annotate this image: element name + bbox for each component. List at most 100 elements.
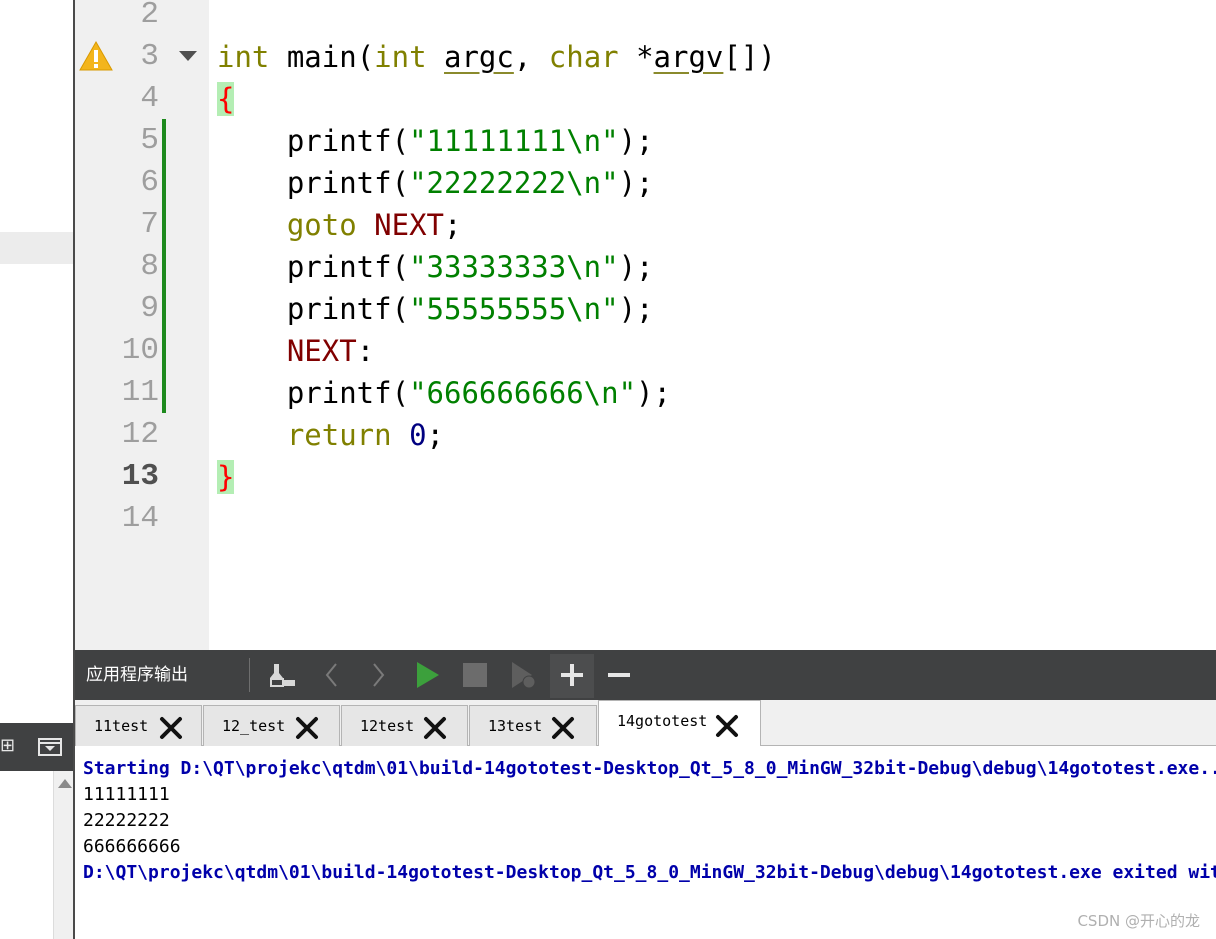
- application-output[interactable]: Starting D:\QT\projekc\qtdm\01\build-14g…: [75, 746, 1216, 939]
- keyword: char: [548, 40, 619, 74]
- code-line: 5 printf("11111111\n");: [75, 120, 1216, 162]
- string-literal: "666666666\n": [409, 376, 637, 410]
- attach-debugger-icon[interactable]: [506, 658, 540, 692]
- call: printf(: [217, 124, 410, 158]
- line-number: 4: [140, 81, 159, 116]
- code-line: 10 NEXT:: [75, 330, 1216, 372]
- split-add-icon[interactable]: ⊞: [0, 737, 15, 755]
- line-number: 7: [140, 207, 159, 242]
- line-number: 5: [140, 123, 159, 158]
- tab-12test[interactable]: 12test: [341, 705, 468, 746]
- chevron-right-icon[interactable]: [361, 658, 395, 692]
- watermark: CSDN @开心的龙: [1077, 912, 1200, 930]
- output-line: 11111111: [83, 784, 170, 805]
- string-literal: "22222222\n": [409, 166, 619, 200]
- close-x-icon[interactable]: [422, 715, 448, 741]
- label-definition: NEXT: [217, 334, 357, 368]
- code-line: 6 printf("22222222\n");: [75, 162, 1216, 204]
- output-tab-bar: 11test 12_test 12test 13test 14gototest: [75, 700, 1216, 747]
- tab-label: 12_test: [222, 717, 286, 735]
- keyword: int: [217, 40, 270, 74]
- code-text: printf("55555555\n");: [217, 288, 654, 330]
- code-line: 4 {: [75, 78, 1216, 120]
- left-scrollbar[interactable]: [53, 771, 74, 939]
- code-line: 11 printf("666666666\n");: [75, 372, 1216, 414]
- string-literal: "33333333\n": [409, 250, 619, 284]
- code-line: 14: [75, 498, 1216, 540]
- punct: ,: [513, 40, 549, 74]
- scroll-up-arrow-icon[interactable]: [58, 779, 72, 788]
- line-number: 12: [121, 417, 159, 452]
- close-x-icon[interactable]: [158, 715, 184, 741]
- code-editor[interactable]: 2 3 int main(int argc, char *argv[]) 4 {…: [75, 0, 1216, 650]
- label-ref: NEXT: [356, 208, 444, 242]
- code-line-current: 13 }: [75, 456, 1216, 498]
- punct: );: [618, 292, 654, 326]
- keyword: return: [217, 418, 392, 452]
- line-number: 14: [121, 501, 159, 536]
- clear-output-icon[interactable]: [265, 658, 299, 692]
- tab-12_test[interactable]: 12_test: [203, 705, 340, 746]
- punct: );: [618, 124, 654, 158]
- code-text: return 0;: [217, 414, 444, 456]
- code-line: 7 goto NEXT;: [75, 204, 1216, 246]
- plus-icon[interactable]: [555, 658, 589, 692]
- line-number: 11: [121, 375, 159, 410]
- code-text: printf("11111111\n");: [217, 120, 654, 162]
- punct: );: [618, 166, 654, 200]
- code-text: int main(int argc, char *argv[]): [217, 36, 776, 78]
- play-icon[interactable]: [410, 658, 444, 692]
- code-line: 2: [75, 0, 1216, 36]
- code-line: 12 return 0;: [75, 414, 1216, 456]
- line-number: 10: [121, 333, 159, 368]
- call: printf(: [217, 250, 410, 284]
- tab-11test[interactable]: 11test: [75, 705, 202, 746]
- tab-label: 11test: [94, 717, 149, 735]
- code-text: goto NEXT;: [217, 204, 462, 246]
- tab-label: 14gototest: [617, 712, 708, 730]
- code-text: printf("666666666\n");: [217, 372, 671, 414]
- line-number: 2: [140, 0, 159, 32]
- chevron-left-icon[interactable]: [315, 658, 349, 692]
- tab-14gototest[interactable]: 14gototest: [598, 700, 761, 747]
- left-side-panel: ⊞: [0, 0, 74, 939]
- code-line: 8 printf("33333333\n");: [75, 246, 1216, 288]
- close-x-icon[interactable]: [294, 715, 320, 741]
- minus-icon[interactable]: [602, 658, 636, 692]
- param-argv: argv: [653, 40, 724, 74]
- stop-icon[interactable]: [458, 658, 492, 692]
- output-line: 22222222: [83, 810, 170, 831]
- code-text: }: [217, 456, 235, 498]
- output-line: 666666666: [83, 836, 181, 857]
- code-line: 3 int main(int argc, char *argv[]): [75, 36, 1216, 78]
- punct: *: [618, 40, 654, 74]
- tab-label: 13test: [488, 717, 543, 735]
- punct: :: [356, 334, 375, 368]
- output-line-starting: Starting D:\QT\projekc\qtdm\01\build-14g…: [83, 758, 1216, 779]
- punct: ;: [444, 208, 462, 242]
- line-number: 8: [140, 249, 159, 284]
- line-number-current: 13: [121, 459, 159, 494]
- code-line: 9 printf("55555555\n");: [75, 288, 1216, 330]
- open-brace: {: [217, 82, 235, 116]
- number-literal: 0: [409, 418, 427, 452]
- close-x-icon[interactable]: [550, 715, 576, 741]
- code-text: NEXT:: [217, 330, 374, 372]
- tab-13test[interactable]: 13test: [469, 705, 597, 746]
- code-text: printf("33333333\n");: [217, 246, 654, 288]
- toolbar-separator: [249, 658, 250, 692]
- code-text: {: [217, 78, 235, 120]
- identifier: main(: [269, 40, 375, 74]
- code-text: printf("22222222\n");: [217, 162, 654, 204]
- left-panel-toolbar: ⊞: [0, 723, 74, 771]
- output-pane-title: 应用程序输出: [86, 665, 188, 685]
- param-argc: argc: [444, 40, 514, 74]
- close-x-icon[interactable]: [714, 713, 740, 739]
- output-pane-toolbar: 应用程序输出: [75, 650, 1216, 700]
- punct: );: [636, 376, 671, 410]
- line-number: 6: [140, 165, 159, 200]
- selected-row-highlight: [0, 232, 74, 264]
- panel-dropdown-icon[interactable]: [38, 737, 62, 761]
- keyword: goto: [217, 208, 357, 242]
